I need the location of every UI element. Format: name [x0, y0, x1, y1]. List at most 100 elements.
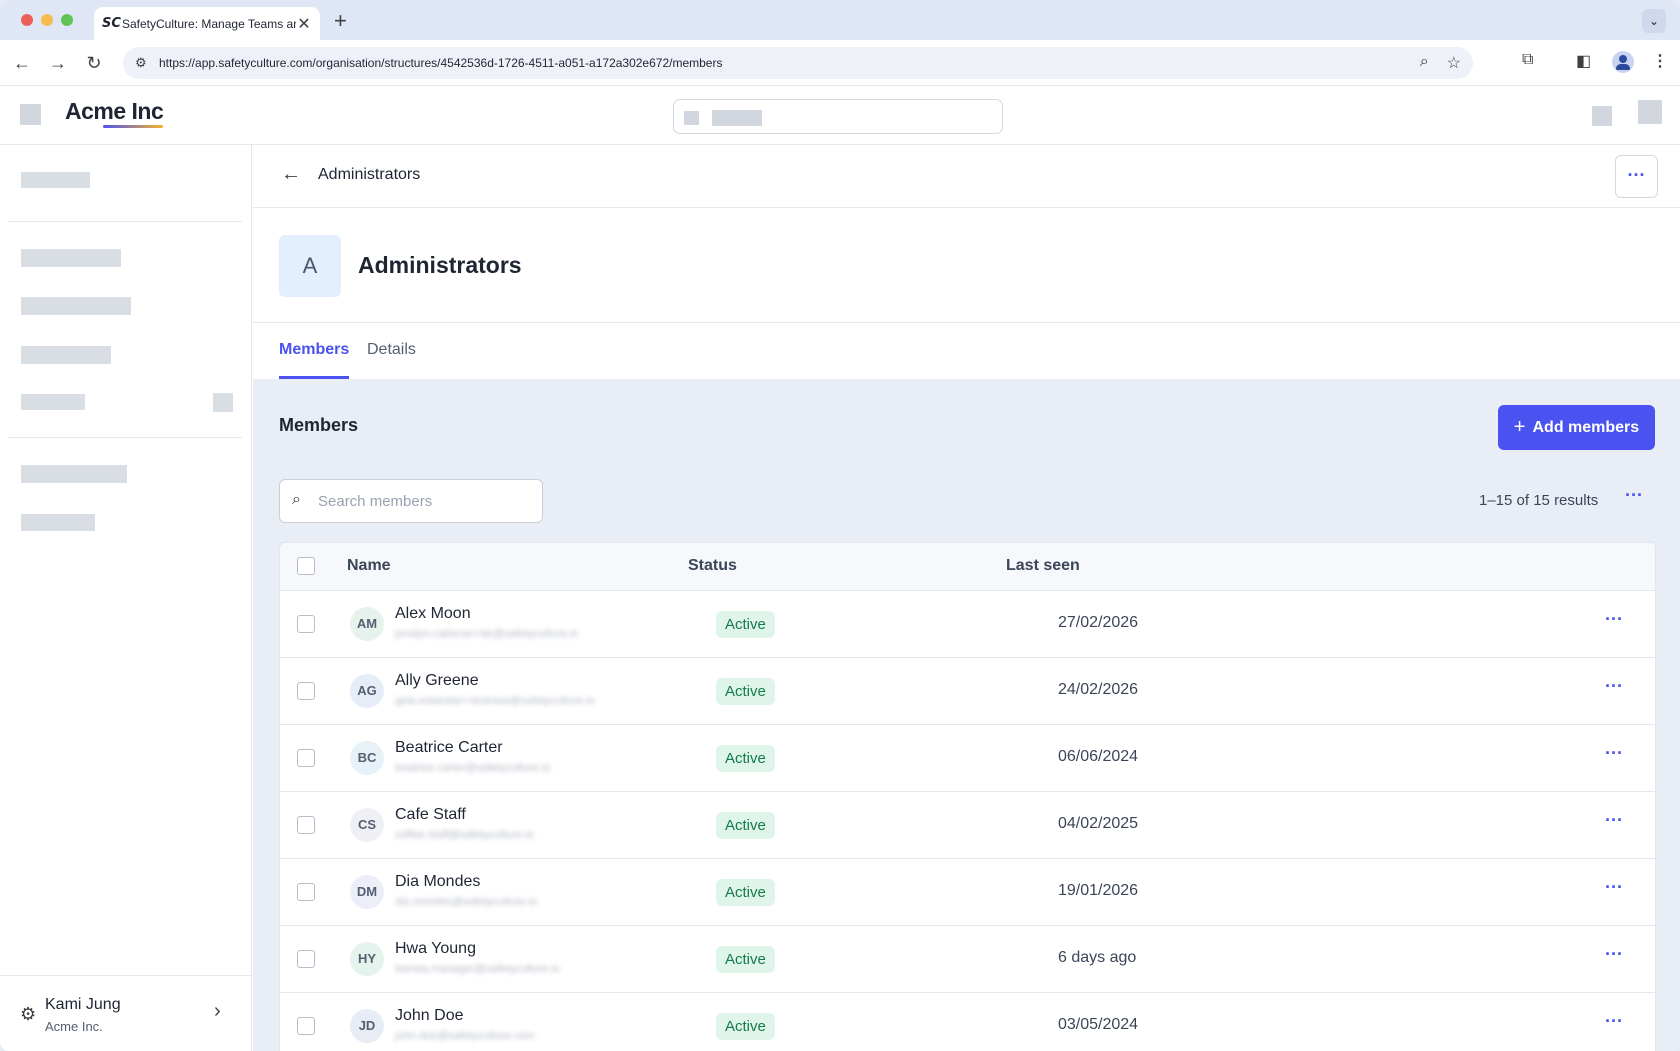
extensions-icon[interactable]: ⧉ — [1522, 51, 1533, 69]
member-name[interactable]: Hwa Young — [395, 940, 476, 958]
member-name[interactable]: Beatrice Carter — [395, 739, 503, 757]
sidebar-divider — [8, 437, 242, 438]
row-more-button[interactable]: ··· — [1605, 877, 1623, 898]
sidebar-item-7[interactable] — [21, 514, 95, 531]
row-checkbox[interactable] — [297, 950, 315, 968]
column-header-name[interactable]: Name — [347, 557, 391, 575]
row-more-button[interactable]: ··· — [1605, 676, 1623, 697]
sidebar-item-1[interactable] — [21, 172, 90, 188]
profile-avatar-icon[interactable] — [1612, 51, 1634, 73]
page-more-button[interactable]: ··· — [1615, 155, 1658, 198]
app-menu-icon[interactable] — [20, 104, 41, 125]
status-badge: Active — [716, 745, 775, 772]
member-name[interactable]: John Doe — [395, 1007, 464, 1025]
sidebar-item-4[interactable] — [21, 346, 111, 364]
status-badge: Active — [716, 611, 775, 638]
row-checkbox[interactable] — [297, 615, 315, 633]
zoom-icon[interactable]: ⌕ — [1420, 53, 1429, 73]
table-row[interactable]: HY Hwa Young barista.manager@safetyculture… — [280, 926, 1655, 993]
header-avatar[interactable] — [1638, 100, 1662, 124]
table-row[interactable]: AG Ally Greene gela.estandarr+testnew@safe… — [280, 658, 1655, 725]
member-name[interactable]: Dia Mondes — [395, 873, 480, 891]
sidebar-divider — [8, 221, 242, 222]
close-window-button[interactable] — [21, 14, 33, 26]
new-tab-button[interactable]: + — [334, 8, 347, 34]
app-header: Acme Inc — [0, 86, 1680, 145]
member-email: barista.manager@safetyculture.io — [395, 963, 560, 975]
sidebar-item-2[interactable] — [21, 249, 121, 267]
safetyculture-favicon-icon: SC — [102, 16, 121, 31]
row-more-button[interactable]: ··· — [1605, 810, 1623, 831]
members-table: Name Status Last seen AM Alex Moon jonalyn… — [279, 542, 1656, 1051]
sidebar-item-5-badge — [213, 393, 233, 412]
row-checkbox[interactable] — [297, 883, 315, 901]
avatar: HY — [350, 942, 384, 976]
tab-close-icon[interactable]: ✕ — [296, 14, 312, 34]
row-checkbox[interactable] — [297, 749, 315, 767]
app-logo[interactable]: Acme Inc — [65, 98, 164, 125]
sidebar-item-3[interactable] — [21, 297, 131, 315]
column-header-status[interactable]: Status — [688, 557, 737, 575]
bookmark-star-icon[interactable]: ☆ — [1447, 53, 1461, 73]
browser-tab[interactable]: SC SafetyCulture: Manage Teams and... ✕ — [94, 7, 320, 40]
row-checkbox[interactable] — [297, 1017, 315, 1035]
search-input[interactable] — [318, 481, 538, 521]
address-bar[interactable]: ⚙ https://app.safetyculture.com/organisa… — [123, 47, 1473, 79]
status-badge: Active — [716, 812, 775, 839]
row-checkbox[interactable] — [297, 816, 315, 834]
global-search[interactable] — [673, 99, 1003, 134]
row-more-button[interactable]: ··· — [1605, 609, 1623, 630]
last-seen: 27/02/2026 — [1058, 614, 1139, 631]
results-count: 1–15 of 15 results — [1479, 492, 1599, 509]
search-members[interactable]: ⌕ — [279, 479, 543, 523]
plus-icon: + — [1513, 416, 1526, 438]
browser-tabstrip: SC SafetyCulture: Manage Teams and... ✕ … — [0, 0, 1680, 40]
minimize-window-button[interactable] — [41, 14, 53, 26]
column-header-last-seen[interactable]: Last seen — [1006, 557, 1080, 575]
arrow-left-icon[interactable]: ← — [281, 163, 301, 186]
tab-search-chevron-icon[interactable]: ⌄ — [1642, 9, 1666, 33]
browser-menu-icon[interactable]: ⋮ — [1652, 51, 1668, 71]
status-badge: Active — [716, 1013, 775, 1040]
table-row[interactable]: CS Cafe Staff coffee.staff@safetyculture.i… — [280, 792, 1655, 859]
row-more-button[interactable]: ··· — [1605, 944, 1623, 965]
sidebar-item-6[interactable] — [21, 465, 127, 483]
tab-details[interactable]: Details — [367, 341, 416, 359]
add-members-button[interactable]: + Add members — [1498, 405, 1655, 450]
maximize-window-button[interactable] — [61, 14, 73, 26]
url-text: https://app.safetyculture.com/organisati… — [159, 56, 723, 70]
table-row[interactable]: DM Dia Mondes dia.mondes@safetyculture.io A… — [280, 859, 1655, 926]
forward-nav-icon[interactable]: → — [46, 51, 70, 75]
header-action-icon[interactable] — [1592, 106, 1612, 126]
group-avatar: A — [279, 235, 341, 297]
add-members-label: Add members — [1532, 418, 1640, 436]
back-nav-icon[interactable]: ← — [10, 51, 34, 75]
row-more-button[interactable]: ··· — [1605, 1011, 1623, 1032]
sidebar-item-5[interactable] — [21, 394, 85, 410]
member-name[interactable]: Cafe Staff — [395, 806, 466, 824]
avatar: CS — [350, 808, 384, 842]
group-header: A Administrators — [253, 208, 1680, 323]
site-info-icon[interactable]: ⚙ — [135, 55, 159, 71]
avatar: DM — [350, 875, 384, 909]
global-search-placeholder — [712, 110, 762, 126]
member-name[interactable]: Alex Moon — [395, 605, 471, 623]
search-icon: ⌕ — [292, 491, 301, 508]
table-row[interactable]: BC Beatrice Carter beatrice.carter@safetyc… — [280, 725, 1655, 792]
member-email: gela.estandarr+testnew@safetyculture.io — [395, 695, 595, 707]
avatar: JD — [350, 1009, 384, 1043]
table-row[interactable]: AM Alex Moon jonalyn.cabocan+tte@safetycul… — [280, 591, 1655, 658]
member-name[interactable]: Ally Greene — [395, 672, 479, 690]
tab-members[interactable]: Members — [279, 341, 349, 359]
user-menu[interactable]: ⚙ Kami Jung Acme Inc. › — [0, 975, 252, 1051]
row-more-button[interactable]: ··· — [1605, 743, 1623, 764]
user-name: Kami Jung — [45, 996, 121, 1013]
select-all-checkbox[interactable] — [297, 557, 315, 575]
table-row[interactable]: JD John Doe john.doe@safetyculture.com Acti… — [280, 993, 1655, 1051]
side-panel-icon[interactable]: ◧ — [1576, 51, 1591, 71]
row-checkbox[interactable] — [297, 682, 315, 700]
gear-icon: ⚙ — [20, 1004, 37, 1024]
reload-icon[interactable]: ↻ — [82, 51, 106, 75]
page-title: Administrators — [358, 252, 522, 278]
table-options-button[interactable]: ··· — [1625, 485, 1643, 506]
